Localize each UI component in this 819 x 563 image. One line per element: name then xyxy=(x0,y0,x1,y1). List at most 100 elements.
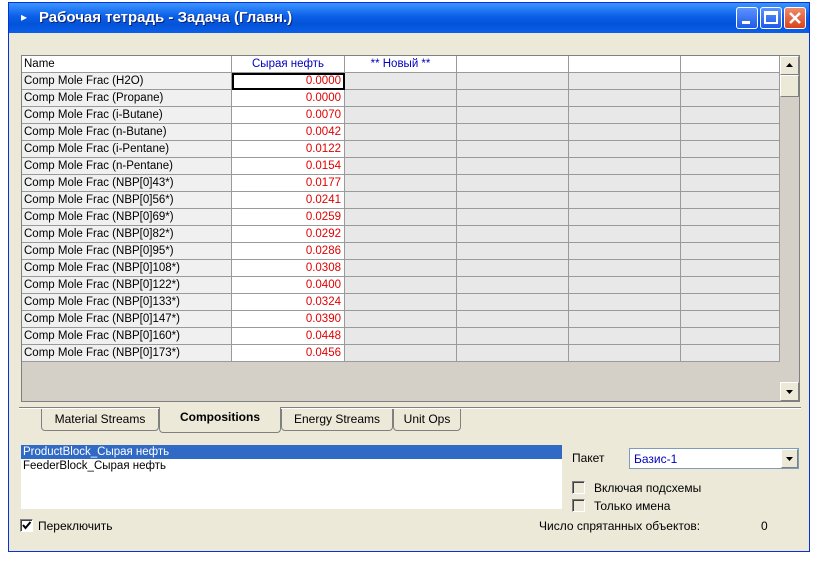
row-empty-cell[interactable] xyxy=(345,243,457,260)
row-empty-cell[interactable] xyxy=(345,277,457,294)
row-empty-cell[interactable] xyxy=(569,328,681,345)
row-name-cell[interactable]: Comp Mole Frac (NBP[0]56*) xyxy=(22,192,232,209)
row-value-cell[interactable]: 0.0400 xyxy=(232,277,345,294)
package-dropdown-button[interactable] xyxy=(781,449,798,468)
row-name-cell[interactable]: Comp Mole Frac (i-Pentane) xyxy=(22,141,232,158)
row-empty-cell[interactable] xyxy=(569,124,681,141)
row-empty-cell[interactable] xyxy=(457,90,569,107)
row-empty-cell[interactable] xyxy=(681,107,780,124)
row-empty-cell[interactable] xyxy=(569,311,681,328)
column-header-crude[interactable]: Сырая нефть xyxy=(232,56,345,73)
row-value-cell[interactable]: 0.0042 xyxy=(232,124,345,141)
row-empty-cell[interactable] xyxy=(569,107,681,124)
tab-unit-ops[interactable]: Unit Ops xyxy=(393,409,461,431)
row-empty-cell[interactable] xyxy=(345,158,457,175)
row-value-cell[interactable]: 0.0000 xyxy=(232,73,345,90)
row-empty-cell[interactable] xyxy=(345,175,457,192)
row-empty-cell[interactable] xyxy=(681,73,780,90)
row-empty-cell[interactable] xyxy=(569,73,681,90)
row-value-cell[interactable]: 0.0390 xyxy=(232,311,345,328)
row-empty-cell[interactable] xyxy=(569,209,681,226)
toggle-checkbox[interactable] xyxy=(20,519,33,532)
row-value-cell[interactable]: 0.0000 xyxy=(232,90,345,107)
row-empty-cell[interactable] xyxy=(569,277,681,294)
row-empty-cell[interactable] xyxy=(569,192,681,209)
row-empty-cell[interactable] xyxy=(457,294,569,311)
row-empty-cell[interactable] xyxy=(345,226,457,243)
row-value-cell[interactable]: 0.0154 xyxy=(232,158,345,175)
row-empty-cell[interactable] xyxy=(345,311,457,328)
row-empty-cell[interactable] xyxy=(345,328,457,345)
row-empty-cell[interactable] xyxy=(457,141,569,158)
row-empty-cell[interactable] xyxy=(569,158,681,175)
row-empty-cell[interactable] xyxy=(345,260,457,277)
row-value-cell[interactable]: 0.0456 xyxy=(232,345,345,362)
row-empty-cell[interactable] xyxy=(345,209,457,226)
include-subflowsheets-checkbox[interactable] xyxy=(572,481,585,494)
scroll-down-button[interactable] xyxy=(780,382,799,401)
column-header-name[interactable]: Name xyxy=(22,56,232,73)
close-button[interactable] xyxy=(784,7,806,29)
row-value-cell[interactable]: 0.0308 xyxy=(232,260,345,277)
row-empty-cell[interactable] xyxy=(681,311,780,328)
title-bar[interactable]: ▸ Рабочая тетрадь - Задача (Главн.) xyxy=(9,3,809,33)
row-empty-cell[interactable] xyxy=(681,328,780,345)
row-empty-cell[interactable] xyxy=(681,158,780,175)
row-empty-cell[interactable] xyxy=(457,226,569,243)
row-empty-cell[interactable] xyxy=(569,141,681,158)
object-list[interactable]: ProductBlock_Сырая нефть FeederBlock_Сыр… xyxy=(21,445,562,509)
scroll-thumb[interactable] xyxy=(780,75,799,97)
row-value-cell[interactable]: 0.0241 xyxy=(232,192,345,209)
vertical-scrollbar[interactable] xyxy=(780,56,799,401)
row-empty-cell[interactable] xyxy=(681,124,780,141)
row-name-cell[interactable]: Comp Mole Frac (NBP[0]173*) xyxy=(22,345,232,362)
row-name-cell[interactable]: Comp Mole Frac (n-Pentane) xyxy=(22,158,232,175)
row-name-cell[interactable]: Comp Mole Frac (NBP[0]43*) xyxy=(22,175,232,192)
row-empty-cell[interactable] xyxy=(457,209,569,226)
row-empty-cell[interactable] xyxy=(345,107,457,124)
row-value-cell[interactable]: 0.0177 xyxy=(232,175,345,192)
row-value-cell[interactable]: 0.0122 xyxy=(232,141,345,158)
row-value-cell[interactable]: 0.0286 xyxy=(232,243,345,260)
row-name-cell[interactable]: Comp Mole Frac (i-Butane) xyxy=(22,107,232,124)
list-item[interactable]: ProductBlock_Сырая нефть xyxy=(21,445,562,459)
row-empty-cell[interactable] xyxy=(457,175,569,192)
row-empty-cell[interactable] xyxy=(681,226,780,243)
row-empty-cell[interactable] xyxy=(681,260,780,277)
row-name-cell[interactable]: Comp Mole Frac (H2O) xyxy=(22,73,232,90)
row-empty-cell[interactable] xyxy=(457,311,569,328)
row-name-cell[interactable]: Comp Mole Frac (NBP[0]69*) xyxy=(22,209,232,226)
row-empty-cell[interactable] xyxy=(345,73,457,90)
row-name-cell[interactable]: Comp Mole Frac (NBP[0]95*) xyxy=(22,243,232,260)
minimize-button[interactable] xyxy=(736,7,758,29)
row-name-cell[interactable]: Comp Mole Frac (n-Butane) xyxy=(22,124,232,141)
row-empty-cell[interactable] xyxy=(569,260,681,277)
row-empty-cell[interactable] xyxy=(345,192,457,209)
row-empty-cell[interactable] xyxy=(457,345,569,362)
maximize-button[interactable] xyxy=(760,7,782,29)
row-empty-cell[interactable] xyxy=(681,243,780,260)
row-empty-cell[interactable] xyxy=(569,345,681,362)
row-empty-cell[interactable] xyxy=(345,90,457,107)
row-value-cell[interactable]: 0.0448 xyxy=(232,328,345,345)
row-empty-cell[interactable] xyxy=(345,124,457,141)
package-select[interactable]: Базис-1 xyxy=(629,448,799,469)
row-empty-cell[interactable] xyxy=(457,158,569,175)
row-empty-cell[interactable] xyxy=(345,345,457,362)
row-empty-cell[interactable] xyxy=(345,294,457,311)
row-name-cell[interactable]: Comp Mole Frac (NBP[0]122*) xyxy=(22,277,232,294)
row-empty-cell[interactable] xyxy=(569,243,681,260)
row-name-cell[interactable]: Comp Mole Frac (NBP[0]108*) xyxy=(22,260,232,277)
row-empty-cell[interactable] xyxy=(681,141,780,158)
row-empty-cell[interactable] xyxy=(569,226,681,243)
row-empty-cell[interactable] xyxy=(681,294,780,311)
row-empty-cell[interactable] xyxy=(457,277,569,294)
row-empty-cell[interactable] xyxy=(681,209,780,226)
list-item[interactable]: FeederBlock_Сырая нефть xyxy=(21,459,562,473)
row-empty-cell[interactable] xyxy=(457,260,569,277)
row-name-cell[interactable]: Comp Mole Frac (Propane) xyxy=(22,90,232,107)
row-name-cell[interactable]: Comp Mole Frac (NBP[0]160*) xyxy=(22,328,232,345)
row-empty-cell[interactable] xyxy=(569,175,681,192)
column-header-new[interactable]: ** Новый ** xyxy=(345,56,457,73)
row-value-cell[interactable]: 0.0259 xyxy=(232,209,345,226)
